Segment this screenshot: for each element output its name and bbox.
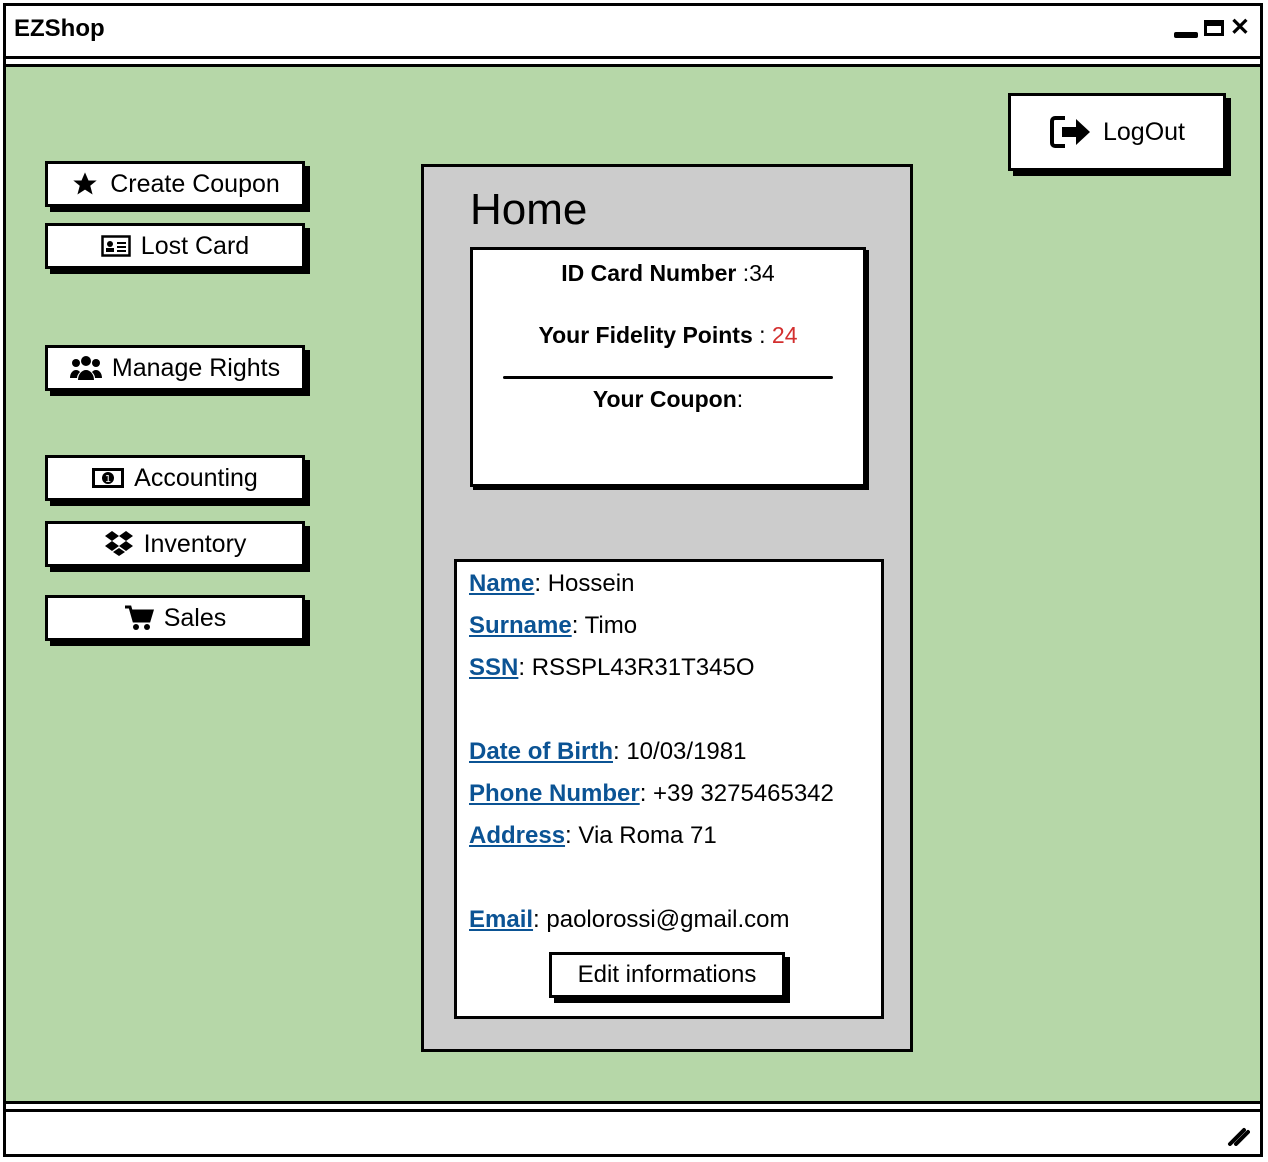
window-controls: ✕	[1173, 16, 1250, 40]
svg-text:1: 1	[105, 474, 111, 485]
app-window: EZShop ✕ Create Coupon Lost Card Manage …	[3, 3, 1263, 1157]
fidelity-points-separator: :	[752, 322, 772, 348]
card-divider	[503, 376, 833, 379]
dob-row: Date of Birth: 10/03/1981	[469, 738, 746, 766]
fidelity-points-label: Your Fidelity Points	[538, 322, 753, 348]
dropbox-icon	[104, 531, 133, 556]
id-card-label: ID Card Number	[561, 260, 737, 286]
logout-label: LogOut	[1102, 117, 1185, 146]
phone-row: Phone Number: +39 3275465342	[469, 780, 834, 808]
address-link[interactable]: Address	[469, 822, 565, 849]
surname-row: Surname: Timo	[469, 612, 637, 640]
fidelity-points-value: 24	[771, 322, 798, 348]
email-link[interactable]: Email	[469, 906, 533, 933]
users-icon	[69, 356, 102, 380]
surname-value: : Timo	[571, 612, 638, 639]
id-card-number: ID Card Number :34	[473, 260, 863, 287]
maximize-icon[interactable]	[1203, 20, 1224, 36]
name-row: Name: Hossein	[469, 570, 634, 598]
edit-informations-button[interactable]: Edit informations	[549, 952, 785, 998]
resize-grip-icon[interactable]	[1226, 1126, 1250, 1146]
create-coupon-label: Create Coupon	[110, 169, 280, 198]
ssn-link[interactable]: SSN	[469, 654, 518, 681]
create-coupon-button[interactable]: Create Coupon	[45, 161, 305, 207]
close-icon[interactable]: ✕	[1230, 16, 1250, 40]
email-row: Email: paolorossi@gmail.com	[469, 906, 789, 934]
inventory-label: Inventory	[143, 529, 247, 558]
star-icon	[73, 172, 97, 195]
page-title: Home	[470, 185, 588, 234]
sales-label: Sales	[163, 603, 227, 632]
fidelity-points: Your Fidelity Points : 24	[473, 322, 863, 349]
lost-card-label: Lost Card	[140, 231, 250, 260]
ssn-value: : RSSPL43R31T345O	[518, 654, 755, 681]
address-row: Address: Via Roma 71	[469, 822, 717, 850]
dob-link[interactable]: Date of Birth	[469, 738, 613, 765]
home-panel: Home ID Card Number :34 Your Fidelity Po…	[421, 164, 913, 1052]
surname-link[interactable]: Surname	[469, 612, 572, 639]
accounting-button[interactable]: 1 Accounting	[45, 455, 305, 501]
email-value: : paolorossi@gmail.com	[533, 906, 790, 933]
main-content: Create Coupon Lost Card Manage Rights 1 …	[6, 64, 1260, 1104]
window-title: EZShop	[14, 15, 105, 42]
lost-card-button[interactable]: Lost Card	[45, 223, 305, 269]
phone-value: : +39 3275465342	[639, 780, 834, 807]
coupon-separator: :	[736, 386, 744, 412]
name-link[interactable]: Name	[469, 570, 534, 597]
sales-button[interactable]: Sales	[45, 595, 305, 641]
id-card-value: :34	[736, 260, 775, 286]
status-bar	[6, 1109, 1260, 1154]
coupon-label: Your Coupon	[592, 386, 737, 412]
dob-value: : 10/03/1981	[613, 738, 747, 765]
manage-rights-label: Manage Rights	[111, 353, 281, 382]
name-value: : Hossein	[534, 570, 635, 597]
fidelity-card: ID Card Number :34 Your Fidelity Points …	[470, 247, 866, 487]
address-value: : Via Roma 71	[565, 822, 717, 849]
phone-link[interactable]: Phone Number	[469, 780, 640, 807]
ssn-row: SSN: RSSPL43R31T345O	[469, 654, 755, 682]
money-icon: 1	[92, 468, 125, 488]
shopping-cart-icon	[124, 605, 154, 630]
accounting-label: Accounting	[134, 463, 258, 492]
id-card-icon	[101, 235, 131, 257]
manage-rights-button[interactable]: Manage Rights	[45, 345, 305, 391]
logout-button[interactable]: LogOut	[1008, 93, 1226, 171]
minimize-icon[interactable]	[1173, 32, 1198, 38]
user-info-card: Name: Hossein Surname: Timo SSN: RSSPL43…	[454, 559, 884, 1019]
title-bar: EZShop ✕	[6, 6, 1260, 59]
sign-out-icon	[1049, 116, 1090, 148]
your-coupon: Your Coupon:	[473, 386, 863, 413]
inventory-button[interactable]: Inventory	[45, 521, 305, 567]
